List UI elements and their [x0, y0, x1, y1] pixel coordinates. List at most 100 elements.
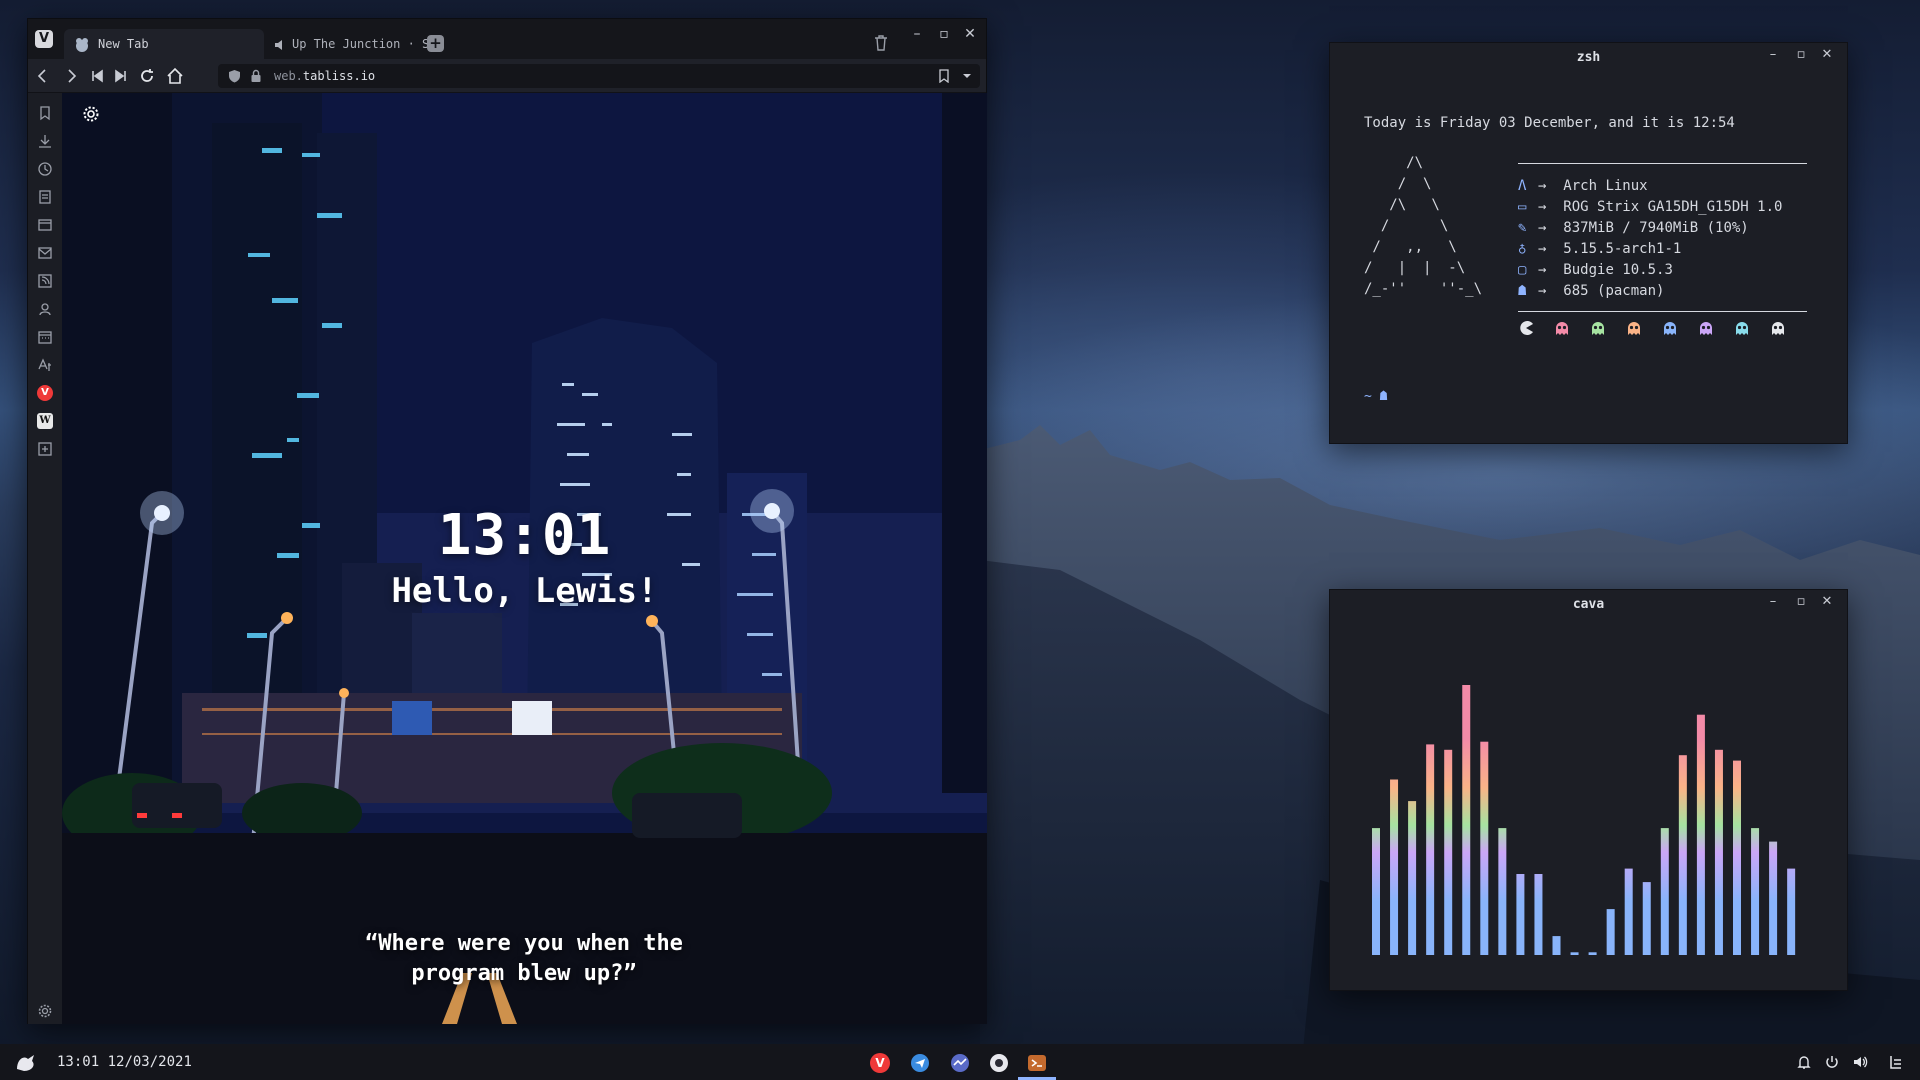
- monitor-dock-icon[interactable]: [950, 1053, 970, 1073]
- raven-sidebar-icon[interactable]: [1888, 1054, 1904, 1070]
- tab-up-the-junction[interactable]: Up The Junction · Sq: [250, 29, 440, 59]
- memory-icon: ✎: [1518, 220, 1527, 236]
- ghost-icon: [1628, 322, 1640, 335]
- visualizer-bar: [1444, 749, 1453, 955]
- settings-icon[interactable]: [37, 1003, 53, 1019]
- ghost-icon: [1736, 322, 1748, 335]
- visualizer-bar: [1570, 952, 1579, 955]
- address-bar: web.tabliss.io: [28, 59, 986, 93]
- maximize-button[interactable]: ▫: [1790, 47, 1812, 69]
- power-icon[interactable]: [1824, 1054, 1840, 1070]
- notes-icon[interactable]: [37, 189, 53, 205]
- maximize-button[interactable]: ▫: [933, 23, 955, 45]
- speaker-icon: [275, 40, 282, 50]
- sysinfo-value: Arch Linux: [1563, 178, 1648, 194]
- sysinfo-arrow: →: [1538, 283, 1547, 299]
- settings-gear-icon[interactable]: [82, 105, 100, 123]
- visualizer-bar: [1588, 952, 1597, 955]
- sysinfo-row: ☗ → 685 (pacman): [1518, 281, 1664, 302]
- close-button[interactable]: ✕: [1816, 47, 1838, 69]
- visualizer-bar: [1516, 874, 1525, 955]
- window-icon: ▢: [1518, 262, 1527, 278]
- greeting-widget: Hello, Lewis!: [391, 571, 658, 611]
- visualizer-bar: [1426, 744, 1435, 955]
- tab-new-tab[interactable]: New Tab: [64, 29, 264, 59]
- laptop-icon: ▭: [1518, 199, 1527, 215]
- sysinfo-value: 837MiB / 7940MiB (10%): [1563, 220, 1749, 236]
- telegram-dock-icon[interactable]: [910, 1053, 930, 1073]
- visualizer-bar: [1769, 841, 1778, 955]
- quote-widget: “Where were you when the program blew up…: [365, 931, 683, 986]
- panel-date: 12/03/2021: [107, 1054, 192, 1070]
- tab-label: New Tab: [98, 37, 149, 51]
- sysinfo-arrow: →: [1538, 178, 1547, 194]
- ghost-icon: [1700, 322, 1712, 335]
- url-host: tabliss.io: [302, 69, 376, 83]
- bookmark-icon[interactable]: [938, 69, 950, 83]
- contacts-icon[interactable]: [37, 301, 53, 317]
- visualizer-bar: [1390, 779, 1399, 955]
- ghost-icon: [1772, 322, 1784, 335]
- visualizer-bar: [1751, 828, 1760, 955]
- visualizer-bar: [1372, 828, 1380, 955]
- chevron-down-icon[interactable]: [960, 69, 974, 83]
- vivaldi-menu-icon[interactable]: V: [35, 30, 53, 48]
- visualizer-bar: [1696, 714, 1705, 955]
- visualizer-bar: [1714, 749, 1723, 955]
- panel-clock[interactable]: 13:01 12/03/2021: [57, 1044, 192, 1080]
- tabliss-page: 13:01 Hello, Lewis! “Where were you when…: [62, 93, 987, 1024]
- minimize-button[interactable]: –: [906, 23, 928, 45]
- visualizer-bar: [1408, 801, 1417, 955]
- translate-icon[interactable]: [37, 357, 53, 373]
- terminal-dock-icon[interactable]: [1027, 1053, 1047, 1073]
- package-icon: ☗: [1518, 283, 1527, 299]
- visualizer-bar: [1624, 868, 1633, 955]
- history-icon[interactable]: [37, 161, 53, 177]
- window-panel-icon[interactable]: [37, 217, 53, 233]
- obs-dock-icon[interactable]: [989, 1053, 1009, 1073]
- sysinfo-row: ▢ → Budgie 10.5.3: [1518, 260, 1673, 281]
- calendar-icon[interactable]: [37, 329, 53, 345]
- downloads-icon[interactable]: [37, 133, 53, 149]
- sysinfo-arrow: →: [1538, 241, 1547, 257]
- shell-prompt[interactable]: ~ ☗: [1364, 389, 1387, 404]
- reload-icon[interactable]: [138, 67, 156, 85]
- shield-icon[interactable]: [228, 69, 241, 83]
- visualizer-bar: [1534, 874, 1543, 955]
- tab-label: Up The Junction · Sq: [292, 37, 437, 51]
- arch-ascii-art: /\ / \ /\ \ / \ / ,, \ / | | -\ /_-'' ''…: [1364, 155, 1483, 297]
- visualizer-bar: [1552, 936, 1561, 955]
- sysinfo-row: ▭ → ROG Strix GA15DH_G15DH 1.0: [1518, 197, 1782, 218]
- mail-icon[interactable]: [37, 245, 53, 261]
- rewind-icon[interactable]: [88, 67, 106, 85]
- visualizer-bar: [1660, 828, 1669, 955]
- sysinfo-value: 5.15.5-arch1-1: [1563, 241, 1682, 257]
- ghost-icon: [1556, 322, 1568, 335]
- wikipedia-panel-icon[interactable]: W: [37, 413, 53, 429]
- visualizer-bar: [1642, 882, 1651, 955]
- url-prefix: web.: [274, 69, 303, 83]
- taskbar: 13:01 12/03/2021 V: [0, 1044, 1920, 1080]
- lock-icon[interactable]: [250, 69, 262, 83]
- volume-icon[interactable]: [1852, 1054, 1868, 1070]
- arch-icon: Λ: [1518, 178, 1527, 194]
- new-tab-button[interactable]: +: [427, 35, 444, 52]
- back-icon[interactable]: [34, 67, 52, 85]
- add-panel-icon[interactable]: [37, 441, 53, 457]
- minimize-button[interactable]: –: [1762, 47, 1784, 69]
- visualizer-bar: [1787, 868, 1796, 955]
- trash-icon[interactable]: [874, 35, 888, 51]
- fast-forward-icon[interactable]: [112, 67, 130, 85]
- audio-visualizer: [1372, 685, 1796, 955]
- cava-terminal-window: cava – ▫ ✕: [1329, 589, 1848, 991]
- vivaldi-panel-icon[interactable]: V: [37, 385, 53, 401]
- url-field[interactable]: web.tabliss.io: [218, 64, 980, 88]
- bookmarks-icon[interactable]: [37, 105, 53, 121]
- close-button[interactable]: ✕: [959, 23, 981, 45]
- forward-icon[interactable]: [62, 67, 80, 85]
- feeds-icon[interactable]: [37, 273, 53, 289]
- bell-icon[interactable]: [1796, 1054, 1812, 1070]
- budgie-menu-icon[interactable]: [14, 1051, 38, 1073]
- vivaldi-dock-icon[interactable]: V: [870, 1053, 890, 1073]
- home-icon[interactable]: [166, 67, 184, 85]
